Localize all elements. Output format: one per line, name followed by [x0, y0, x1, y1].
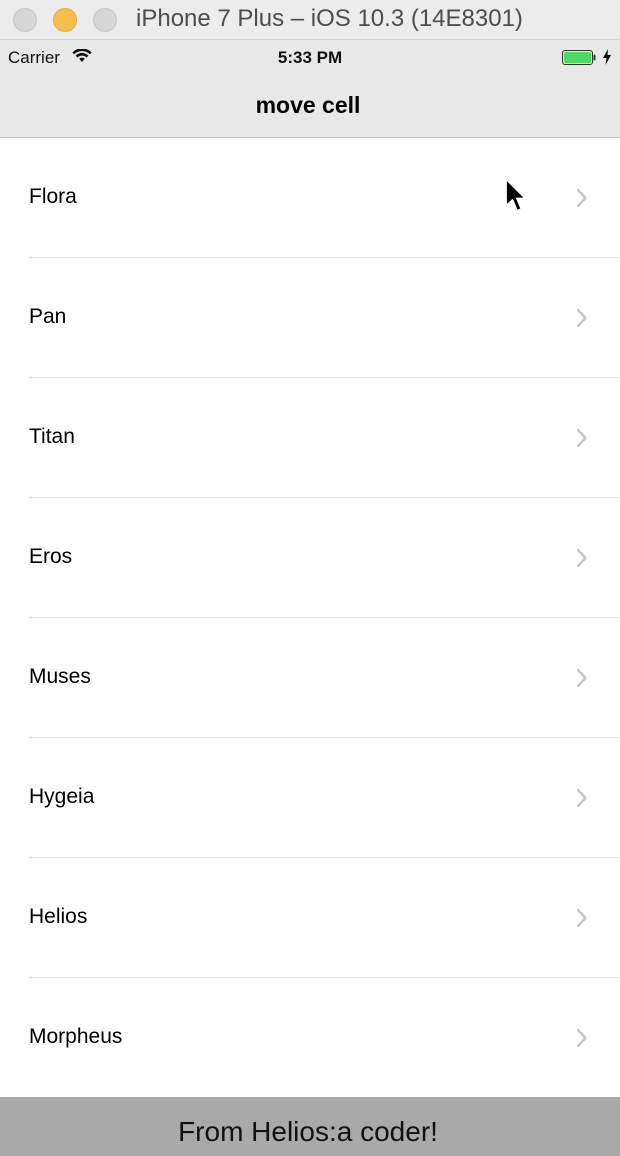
row-label: Morpheus — [29, 1025, 123, 1048]
chevron-right-icon — [576, 1028, 587, 1048]
mouse-pointer-icon — [505, 178, 527, 212]
banner-text: From Helios:a coder! — [178, 1116, 438, 1147]
charging-bolt-icon — [603, 49, 611, 65]
table-row[interactable]: Hygeia — [0, 738, 620, 858]
window-titlebar: iPhone 7 Plus – iOS 10.3 (14E8301) — [0, 0, 620, 40]
table-row[interactable]: Helios — [0, 858, 620, 978]
row-label: Pan — [29, 305, 67, 328]
simulator-window: iPhone 7 Plus – iOS 10.3 (14E8301) Carri… — [0, 0, 620, 1156]
window-title: iPhone 7 Plus – iOS 10.3 (14E8301) — [136, 5, 523, 32]
chevron-right-icon — [576, 668, 587, 688]
status-time: 5:33 PM — [277, 48, 343, 67]
row-label: Flora — [29, 185, 77, 208]
chevron-right-icon — [576, 188, 587, 208]
chevron-right-icon — [576, 548, 587, 568]
close-window-button[interactable] — [13, 8, 37, 32]
row-label: Hygeia — [29, 785, 95, 808]
row-label: Titan — [29, 425, 75, 448]
table-row[interactable]: Eros — [0, 498, 620, 618]
table-row[interactable]: Muses — [0, 618, 620, 738]
status-bar: Carrier 5:33 PM — [0, 40, 620, 76]
chevron-right-icon — [576, 308, 587, 328]
row-label: Muses — [29, 665, 91, 688]
page-title: move cell — [255, 92, 361, 118]
table-row[interactable]: Titan — [0, 378, 620, 498]
bottom-banner: From Helios:a coder! — [0, 1097, 620, 1156]
minimize-window-button[interactable] — [53, 8, 77, 32]
table-row[interactable]: Morpheus — [0, 978, 620, 1098]
navigation-bar: move cell — [0, 76, 620, 138]
chevron-right-icon — [576, 428, 587, 448]
chevron-right-icon — [576, 788, 587, 808]
battery-icon — [562, 50, 596, 65]
row-label: Helios — [29, 905, 88, 928]
row-label: Eros — [29, 545, 73, 568]
table-row[interactable]: Pan — [0, 258, 620, 378]
chevron-right-icon — [576, 908, 587, 928]
table-view[interactable]: Flora Pan Titan Eros Muses Hygeia Helios… — [0, 138, 620, 1098]
zoom-window-button[interactable] — [93, 8, 117, 32]
